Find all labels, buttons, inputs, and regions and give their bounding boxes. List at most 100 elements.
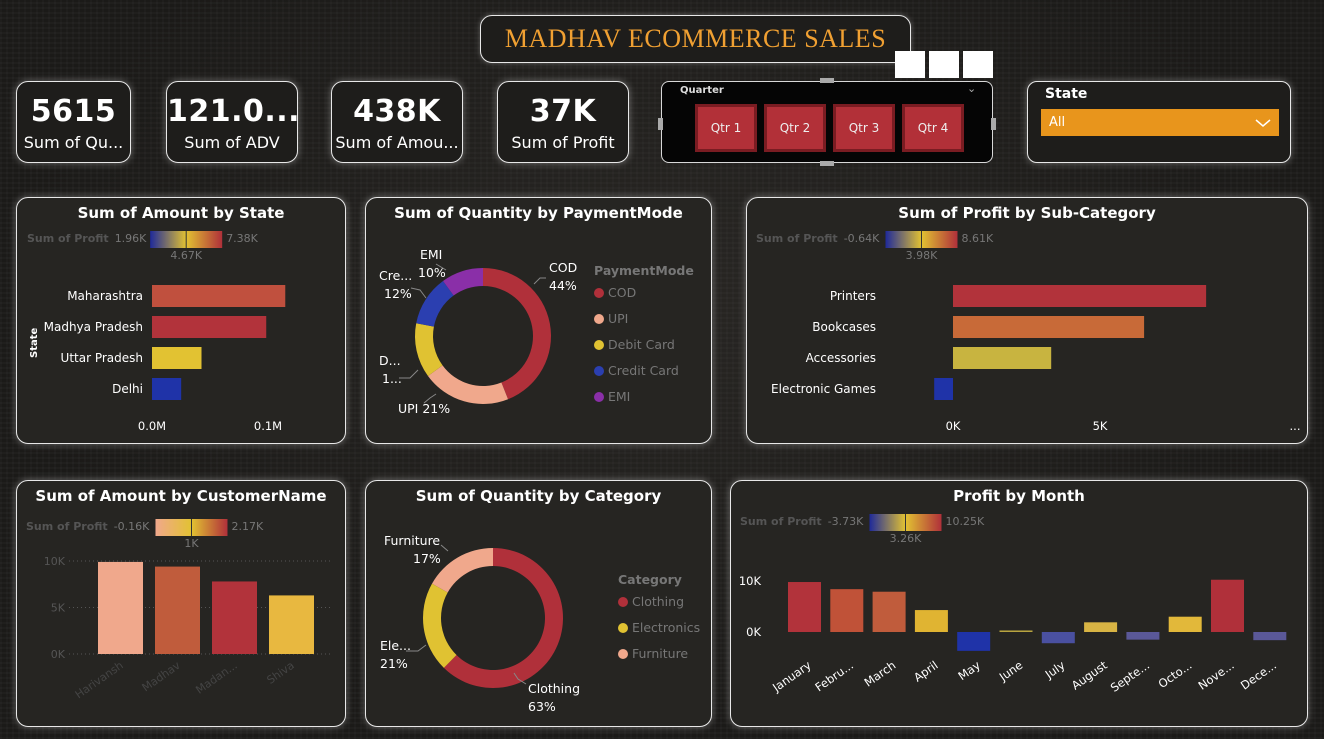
bar [999,630,1033,632]
data-label: COD [549,260,577,275]
bar [155,566,200,654]
leader-line [440,544,449,552]
profit-by-month-panel[interactable]: Profit by Month Sum of Profit -3.73K 10.25… [730,480,1308,727]
tick-label: 0.1M [254,419,282,433]
axis-label: State [29,327,40,358]
quantity-by-paymentmode-chart[interactable]: PaymentMode COD UPI Debit Card Credit Card EM… [366,198,712,444]
data-label: Furniture [384,533,440,548]
resize-handle[interactable] [658,118,663,130]
quantity-by-paymentmode-panel[interactable]: Sum of Quantity by PaymentMode PaymentMo… [365,197,712,444]
kpi-label: Sum of Qu... [23,133,124,152]
category-label: Septe... [1108,658,1152,695]
legend-marker [618,597,628,607]
quantity-by-category-panel[interactable]: Sum of Quantity by Category Category Clot… [365,480,712,727]
legend-item: Credit Card [608,363,679,378]
chevron-down-icon [1255,118,1271,127]
data-label: 12% [384,286,412,301]
legend-marker [618,649,628,659]
category-label: Electronic Games [771,382,876,396]
resize-handle[interactable] [820,161,834,166]
visual-header-button[interactable] [963,51,993,78]
kpi-card-profit[interactable]: 37K Sum of Profit [497,81,629,163]
category-label: Dece... [1238,658,1279,693]
resize-handle[interactable] [991,118,996,130]
kpi-card-amount[interactable]: 438K Sum of Amou... [331,81,463,163]
bar [152,316,267,338]
quarter-option-qtr2[interactable]: Qtr 2 [764,104,826,152]
bar [1253,632,1287,641]
category-label: Bookcases [812,320,876,334]
amount-by-state-chart[interactable]: Sum of Profit 1.96K 7.38K 4.67K Maharashtra M… [17,198,346,444]
visual-header-button[interactable] [895,51,925,78]
category-label: August [1069,658,1110,693]
donut-slice [427,365,509,404]
dashboard-title: MADHAV ECOMMERCE SALES [480,15,911,63]
legend-title: Category [618,572,682,587]
amount-by-state-panel[interactable]: Sum of Amount by State Sum of Profit 1.96… [16,197,346,444]
data-label: 44% [549,278,577,293]
category-label: Printers [830,289,876,303]
quarter-option-qtr4[interactable]: Qtr 4 [902,104,964,152]
category-label: Accessories [806,351,876,365]
quarter-slicer[interactable]: Quarter ⌄ Qtr 1 Qtr 2 Qtr 3 Qtr 4 [658,78,996,166]
amount-by-customer-chart[interactable]: Sum of Profit -0.16K 2.17K 1K 0K 5K 10K Harivan… [17,481,346,727]
bar [934,378,953,400]
donut-slice [415,323,443,376]
data-label: 63% [528,699,556,714]
bar [953,285,1207,307]
tick-label: 0.0M [138,419,166,433]
category-label: Uttar Pradesh [61,351,143,365]
category-label: Nove... [1196,658,1237,693]
state-dropdown[interactable]: All [1041,109,1279,136]
legend-marker [594,340,604,350]
kpi-label: Sum of ADV [184,133,280,152]
donut-slice [423,583,457,668]
kpi-value: 37K [529,94,597,129]
bar [1211,579,1244,632]
legend-mid: 3.98K [906,249,938,262]
profit-by-subcategory-chart[interactable]: Sum of Profit -0.64K 8.61K 3.98K Printers Boo… [747,198,1308,444]
legend-min: 1.96K [115,232,147,245]
bar [1168,616,1202,632]
kpi-label: Sum of Amou... [335,133,459,152]
category-label: Madan... [193,659,239,697]
data-label: UPI 21% [398,401,450,416]
bar [98,561,143,654]
category-label: Madhav [140,659,183,695]
legend-max: 10.25K [945,515,984,528]
legend-item: EMI [608,389,630,404]
bar [1126,632,1160,640]
profit-by-subcategory-panel[interactable]: Sum of Profit by Sub-Category Sum of Pro… [746,197,1308,444]
legend-label: Sum of Profit [27,232,109,245]
legend-item: Clothing [632,594,684,609]
category-label: Delhi [112,382,143,396]
legend-min: -3.73K [828,515,864,528]
donut-slice [483,268,552,400]
quarter-option-qtr1[interactable]: Qtr 1 [695,104,757,152]
legend-mid: 3.26K [890,532,922,545]
legend-mid: 1K [184,537,199,550]
kpi-card-adv[interactable]: 121.0... Sum of ADV [166,81,300,163]
quantity-by-category-chart[interactable]: Category Clothing Electronics Furniture Clot… [366,481,712,727]
chevron-down-icon[interactable]: ⌄ [967,82,976,95]
state-slicer[interactable]: State All [1027,81,1291,163]
quarter-option-qtr3[interactable]: Qtr 3 [833,104,895,152]
resize-handle[interactable] [820,78,834,83]
legend-label: Sum of Profit [26,520,108,533]
amount-by-customer-panel[interactable]: Sum of Amount by CustomerName Sum of Pro… [16,480,346,727]
category-label: Shiva [264,659,296,687]
profit-by-month-chart[interactable]: Sum of Profit -3.73K 10.25K 3.26K 0K 10K Janua… [731,481,1308,727]
category-label: Maharashtra [67,289,143,303]
visual-header-button[interactable] [929,51,959,78]
data-label: 1... [382,371,402,386]
legend-marker [618,623,628,633]
kpi-value: 5615 [30,94,117,129]
bar [152,285,286,307]
more-options: ... [1290,419,1301,433]
legend-item: Electronics [632,620,700,635]
tick-label: 0K [746,625,761,639]
kpi-card-quantity[interactable]: 5615 Sum of Qu... [16,81,131,163]
bar [872,591,906,632]
legend-item: Furniture [632,646,688,661]
tick-label: 5K [51,602,66,615]
